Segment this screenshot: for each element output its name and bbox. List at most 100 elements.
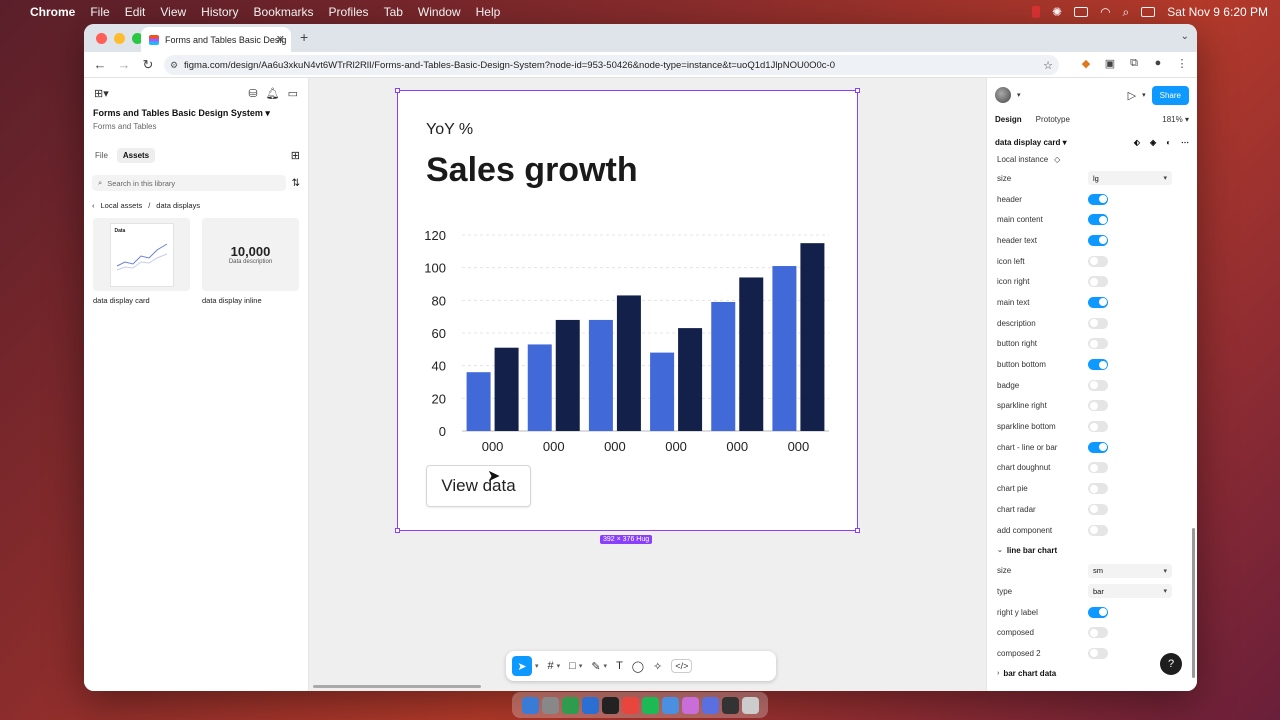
prop-toggle[interactable] — [1088, 400, 1108, 412]
reset-instance-icon[interactable]: ◐ — [1166, 138, 1171, 147]
avatar-chevron-icon[interactable]: ▾ — [1017, 91, 1021, 99]
design-canvas[interactable]: YoY % Sales growth 0 20 40 60 80 100 120 000 000… — [309, 78, 986, 691]
spotify-icon[interactable] — [641, 696, 659, 714]
chrome-icon[interactable] — [621, 696, 639, 714]
pen-tool-icon[interactable]: ✎ — [591, 660, 600, 673]
data-display-card[interactable]: YoY % Sales growth 0 20 40 60 80 100 120 000 000… — [395, 88, 860, 533]
frame-tool-icon[interactable]: # — [548, 660, 554, 672]
present-play-icon[interactable]: ▷ — [1128, 89, 1136, 102]
menu-view[interactable]: View — [160, 5, 186, 19]
resize-handle-br[interactable] — [855, 528, 860, 533]
go-to-main-component-icon[interactable]: ⬖ — [1134, 138, 1140, 147]
breadcrumb-local-assets[interactable]: Local assets — [101, 201, 143, 210]
profile-icon[interactable]: ● — [1151, 56, 1165, 70]
settings-icon[interactable]: ✺ — [1052, 5, 1062, 19]
prop-toggle[interactable] — [1088, 338, 1108, 350]
prop-toggle[interactable] — [1088, 193, 1108, 205]
zoom-app-icon[interactable] — [701, 696, 719, 714]
lb-size-select[interactable]: sm — [1088, 563, 1172, 578]
address-bar[interactable]: ⚙ figma.com/design/Aa6u3xkuN4vt6WTrRl2Rl… — [164, 55, 1059, 75]
vertical-scrollbar[interactable] — [1192, 528, 1195, 678]
menu-edit[interactable]: Edit — [125, 5, 146, 19]
prop-toggle[interactable] — [1088, 379, 1108, 391]
section-line-bar-chart[interactable]: ⌄ line bar chart — [987, 540, 1197, 560]
comment-tool-icon[interactable]: ◯ — [632, 660, 644, 673]
metamask-icon[interactable]: ◆ — [1079, 56, 1093, 70]
zoom-level[interactable]: 181% ▾ — [1162, 115, 1189, 124]
prop-toggle[interactable] — [1088, 606, 1108, 618]
help-button[interactable]: ? — [1160, 653, 1182, 675]
prop-toggle[interactable] — [1088, 276, 1108, 288]
close-tab-icon[interactable]: ✕ — [276, 33, 285, 46]
tab-design[interactable]: Design — [995, 115, 1022, 124]
shape-tool-dropdown-icon[interactable]: ▾ — [579, 662, 583, 670]
rectangle-tool-icon[interactable]: □ — [569, 660, 576, 672]
tab-search-chevron-icon[interactable]: ⌄ — [1181, 31, 1189, 42]
forward-icon[interactable]: → — [112, 57, 136, 72]
more-icon[interactable]: ⋮ — [1175, 56, 1189, 70]
present-dropdown-icon[interactable]: ▾ — [1142, 91, 1146, 99]
vscode-icon[interactable] — [581, 696, 599, 714]
wifi-icon[interactable]: ◠ — [1100, 5, 1110, 19]
resize-handle-tr[interactable] — [855, 88, 860, 93]
control-center-icon[interactable] — [1141, 7, 1156, 17]
multiplayer-icon[interactable]: ⛁ — [248, 87, 257, 100]
prop-toggle[interactable] — [1088, 214, 1108, 226]
bookmark-star-icon[interactable]: ☆ — [1043, 59, 1053, 72]
figma-menu-icon[interactable]: ⊞▾ — [94, 87, 109, 100]
clock[interactable]: Sat Nov 9 6:20 PM — [1167, 5, 1268, 19]
minimize-window-icon[interactable] — [114, 32, 125, 44]
breadcrumb-data-displays[interactable]: data displays — [156, 201, 200, 210]
horizontal-scrollbar[interactable] — [313, 685, 481, 688]
prop-toggle[interactable] — [1088, 234, 1108, 246]
mail-icon[interactable] — [661, 696, 679, 714]
finder-icon[interactable] — [521, 696, 539, 714]
project-title[interactable]: Forms and Tables Basic Design System ▾ — [84, 108, 308, 119]
search-icon[interactable]: ⌕ — [1123, 5, 1130, 20]
prop-toggle[interactable] — [1088, 359, 1108, 371]
prop-toggle[interactable] — [1088, 441, 1108, 453]
close-window-icon[interactable] — [96, 32, 107, 44]
more-options-icon[interactable]: ⋯ — [1181, 138, 1189, 147]
back-icon[interactable]: ← — [88, 57, 112, 72]
prop-toggle[interactable] — [1088, 421, 1108, 433]
asset-data-display-inline[interactable]: 10,000 Data description data display inl… — [202, 218, 299, 305]
resize-handle-bl[interactable] — [395, 528, 400, 533]
menu-file[interactable]: File — [90, 5, 109, 19]
text-tool-icon[interactable]: T — [616, 660, 623, 672]
prop-toggle[interactable] — [1088, 296, 1108, 308]
tab-assets[interactable]: Assets — [116, 148, 156, 163]
move-tool-icon[interactable]: ➤ — [512, 656, 532, 676]
menu-app-name[interactable]: Chrome — [30, 5, 75, 19]
prop-toggle[interactable] — [1088, 503, 1108, 515]
prop-toggle[interactable] — [1088, 255, 1108, 267]
site-info-icon[interactable]: ⚙ — [170, 60, 178, 71]
sort-icon[interactable]: ⇅ — [292, 178, 300, 189]
terminal-icon[interactable] — [601, 696, 619, 714]
library-icon[interactable]: ⊞ — [291, 149, 300, 162]
tab-prototype[interactable]: Prototype — [1036, 115, 1070, 124]
prop-toggle[interactable] — [1088, 524, 1108, 536]
pen-tool-dropdown-icon[interactable]: ▾ — [604, 662, 608, 670]
prop-toggle[interactable] — [1088, 462, 1108, 474]
new-tab-icon[interactable]: + — [300, 29, 308, 45]
resize-handle-tl[interactable] — [395, 88, 400, 93]
puzzle-icon[interactable]: ⧉ — [1127, 56, 1141, 70]
project-subtitle[interactable]: Forms and Tables — [84, 119, 308, 134]
size-select[interactable]: lg — [1088, 171, 1172, 186]
messages-app-icon[interactable] — [561, 696, 579, 714]
prop-toggle[interactable] — [1088, 647, 1108, 659]
user-avatar[interactable] — [995, 87, 1011, 103]
menu-help[interactable]: Help — [476, 5, 501, 19]
share-button[interactable]: Share — [1151, 85, 1189, 105]
reload-icon[interactable]: ↻ — [136, 57, 160, 73]
menu-history[interactable]: History — [201, 5, 238, 19]
dev-mode-icon[interactable]: </> — [671, 659, 693, 673]
display-icon[interactable] — [1074, 7, 1089, 17]
trash-icon[interactable] — [741, 696, 759, 714]
menu-bookmarks[interactable]: Bookmarks — [254, 5, 314, 19]
prop-toggle[interactable] — [1088, 317, 1108, 329]
browser-tab[interactable]: Forms and Tables Basic Desig ✕ — [141, 27, 291, 52]
swap-instance-icon[interactable]: ◈ — [1150, 138, 1156, 147]
asset-search-input[interactable]: ⌕ Search in this library — [92, 175, 286, 191]
